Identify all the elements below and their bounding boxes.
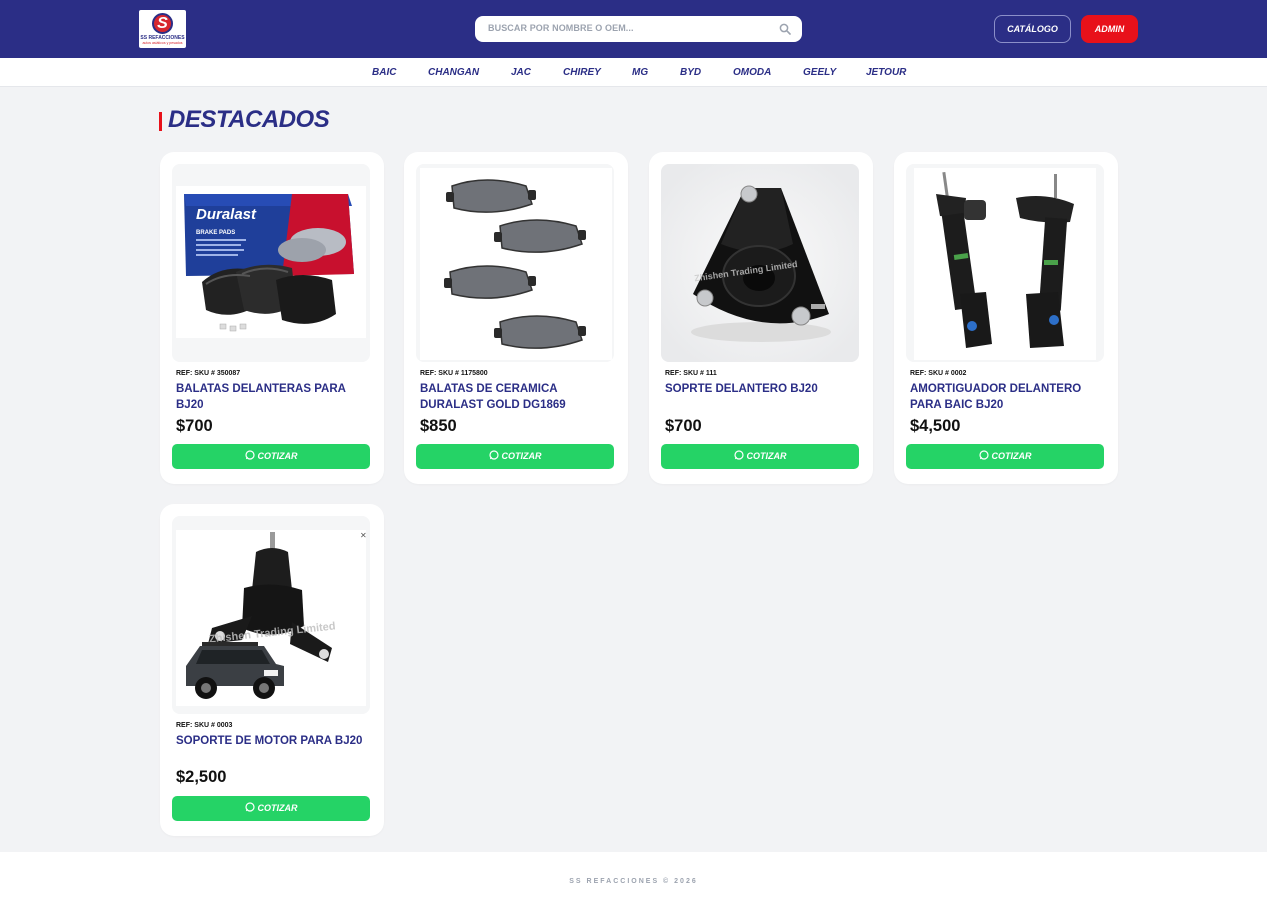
search-input[interactable]: BUSCAR POR NOMBRE O OEM... — [475, 16, 802, 42]
whatsapp-icon — [488, 450, 499, 460]
product-card[interactable]: REF: SKU # 0002 AMORTIGUADOR DELANTERO P… — [894, 152, 1118, 484]
product-name[interactable]: BALATAS DE CERAMICA DURALAST GOLD DG1869 — [420, 381, 612, 413]
product-image[interactable]: Duralast BRAKE PADS — [172, 164, 370, 362]
product-image[interactable] — [906, 164, 1104, 362]
product-name[interactable]: BALATAS DELANTERAS PARA BJ20 — [176, 381, 368, 413]
whatsapp-icon — [244, 802, 255, 812]
search-icon[interactable] — [779, 23, 791, 35]
quote-button-label: COTIZAR — [257, 451, 298, 461]
quote-button-label: COTIZAR — [746, 451, 787, 461]
quote-button[interactable]: COTIZAR — [661, 444, 859, 469]
product-card[interactable]: REF: SKU # 1175800 BALATAS DE CERAMICA D… — [404, 152, 628, 484]
product-price: $700 — [665, 417, 702, 435]
top-navbar: S SS REFACCIONES autos asiáticos y pesad… — [0, 0, 1267, 58]
section-accent-bar — [159, 112, 162, 131]
product-sku: REF: SKU # 350087 — [176, 370, 241, 377]
brand-link-chirey[interactable]: CHIREY — [563, 67, 601, 78]
product-card[interactable]: Zhishen Trading Limited REF: SKU # 111 S… — [649, 152, 873, 484]
quote-button-label: COTIZAR — [991, 451, 1032, 461]
product-sku: REF: SKU # 1175800 — [420, 370, 488, 377]
brand-link-baic[interactable]: BAIC — [372, 67, 396, 78]
product-price: $4,500 — [910, 417, 961, 435]
product-price: $2,500 — [176, 768, 227, 786]
section-title: DESTACADOS — [168, 106, 330, 133]
svg-text:✕: ✕ — [360, 531, 367, 540]
brand-link-jetour[interactable]: JETOUR — [866, 67, 906, 78]
product-image[interactable]: Zhishen Trading Limited ✕ — [172, 516, 370, 714]
brand-link-changan[interactable]: CHANGAN — [428, 67, 479, 78]
logo-mark: S — [152, 13, 173, 34]
product-card[interactable]: Zhishen Trading Limited ✕ REF: SKU # 000… — [160, 504, 384, 836]
product-card[interactable]: Duralast BRAKE PADS REF: SKU # 350087 BA… — [160, 152, 384, 484]
brand-logo[interactable]: S SS REFACCIONES autos asiáticos y pesad… — [139, 10, 186, 48]
brand-link-byd[interactable]: BYD — [680, 67, 701, 78]
footer: SS REFACCIONES © 2026 — [0, 852, 1267, 909]
quote-button-label: COTIZAR — [501, 451, 542, 461]
svg-text:Duralast: Duralast — [196, 206, 257, 223]
product-price: $700 — [176, 417, 213, 435]
product-sku: REF: SKU # 111 — [665, 370, 717, 377]
whatsapp-icon — [244, 450, 255, 460]
whatsapp-icon — [733, 450, 744, 460]
quote-button-label: COTIZAR — [257, 803, 298, 813]
product-image[interactable] — [416, 164, 614, 362]
admin-button[interactable]: ADMIN — [1081, 15, 1138, 43]
footer-copyright: SS REFACCIONES © 2026 — [569, 878, 698, 885]
brand-nav: BAIC CHANGAN JAC CHIREY MG BYD OMODA GEE… — [0, 58, 1267, 87]
whatsapp-icon — [978, 450, 989, 460]
product-name[interactable]: SOPORTE DE MOTOR PARA BJ20 — [176, 733, 368, 749]
product-name[interactable]: AMORTIGUADOR DELANTERO PARA BAIC BJ20 — [910, 381, 1102, 413]
brand-link-jac[interactable]: JAC — [511, 67, 531, 78]
product-price: $850 — [420, 417, 457, 435]
catalog-button[interactable]: CATÁLOGO — [994, 15, 1071, 43]
product-sku: REF: SKU # 0003 — [176, 722, 233, 729]
brand-link-geely[interactable]: GEELY — [803, 67, 836, 78]
quote-button[interactable]: COTIZAR — [906, 444, 1104, 469]
product-image[interactable]: Zhishen Trading Limited — [661, 164, 859, 362]
product-sku: REF: SKU # 0002 — [910, 370, 967, 377]
product-name[interactable]: SOPRTE DELANTERO BJ20 — [665, 381, 857, 397]
quote-button[interactable]: COTIZAR — [172, 444, 370, 469]
logo-tagline: autos asiáticos y pesados — [142, 41, 183, 45]
quote-button[interactable]: COTIZAR — [416, 444, 614, 469]
brand-link-omoda[interactable]: OMODA — [733, 67, 771, 78]
svg-text:BRAKE PADS: BRAKE PADS — [196, 230, 235, 236]
brand-link-mg[interactable]: MG — [632, 67, 648, 78]
quote-button[interactable]: COTIZAR — [172, 796, 370, 821]
search-placeholder: BUSCAR POR NOMBRE O OEM... — [488, 23, 634, 33]
